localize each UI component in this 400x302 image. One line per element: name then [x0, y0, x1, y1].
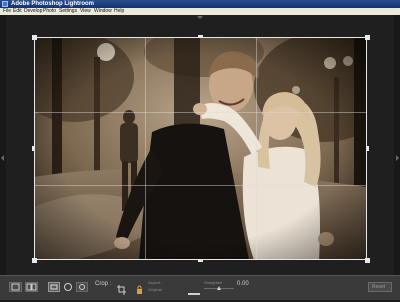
photo-canvas[interactable]: [34, 37, 367, 260]
crop-handle-top-right[interactable]: [365, 35, 370, 40]
lock-icon[interactable]: [136, 282, 143, 300]
crop-handle-bottom-right[interactable]: [365, 258, 370, 263]
reset-button[interactable]: Reset: [368, 282, 392, 292]
menu-file[interactable]: File: [3, 8, 11, 15]
menu-help[interactable]: Help: [114, 8, 124, 15]
crop-label: Crop :: [95, 281, 112, 287]
menu-settings[interactable]: Settings: [59, 8, 77, 15]
aspect-label: Aspect :: [148, 280, 163, 285]
menu-bar: File Edit Develop Photo Settings View Wi…: [0, 8, 400, 15]
crop-handle-right[interactable]: [366, 146, 369, 151]
straighten-tool-icon[interactable]: [188, 284, 200, 302]
crop-handle-top-left[interactable]: [32, 35, 37, 40]
red-eye-icon[interactable]: [76, 282, 88, 292]
right-panel-toggle[interactable]: [394, 15, 400, 275]
straighten-label: Straighten: [204, 280, 223, 285]
menu-develop[interactable]: Develop: [24, 8, 42, 15]
right-panel-arrow-icon[interactable]: [396, 155, 399, 161]
loupe-view-icon[interactable]: [9, 282, 22, 292]
menu-photo[interactable]: Photo: [43, 8, 56, 15]
spot-removal-icon[interactable]: [64, 283, 72, 291]
top-panel-arrow-icon[interactable]: [197, 16, 203, 19]
crop-tool-icon[interactable]: [117, 282, 126, 300]
develop-toolbar: Crop : Aspect : Original Straighten 0.00…: [0, 275, 400, 300]
crop-handle-bottom[interactable]: [198, 259, 203, 262]
reset-button-label: Reset: [372, 284, 386, 290]
title-bar: Adobe Photoshop Lightroom: [0, 0, 400, 8]
compare-view-icon[interactable]: [25, 282, 38, 292]
crop-overlay-icon[interactable]: [48, 282, 60, 292]
aspect-value[interactable]: Original: [148, 287, 162, 292]
window-title: Adobe Photoshop Lightroom: [11, 1, 94, 7]
straighten-value[interactable]: 0.00: [237, 281, 249, 287]
menu-window[interactable]: Window: [94, 8, 112, 15]
crop-handle-top[interactable]: [198, 35, 203, 38]
crop-handle-bottom-left[interactable]: [32, 258, 37, 263]
menu-view[interactable]: View: [80, 8, 91, 15]
crop-handle-left[interactable]: [32, 146, 35, 151]
menu-edit[interactable]: Edit: [13, 8, 22, 15]
left-panel-arrow-icon[interactable]: [1, 155, 4, 161]
lightroom-app-icon: [2, 1, 8, 7]
left-panel-toggle[interactable]: [0, 15, 6, 275]
photo-image: [34, 37, 367, 260]
straighten-slider-thumb[interactable]: [217, 286, 221, 290]
